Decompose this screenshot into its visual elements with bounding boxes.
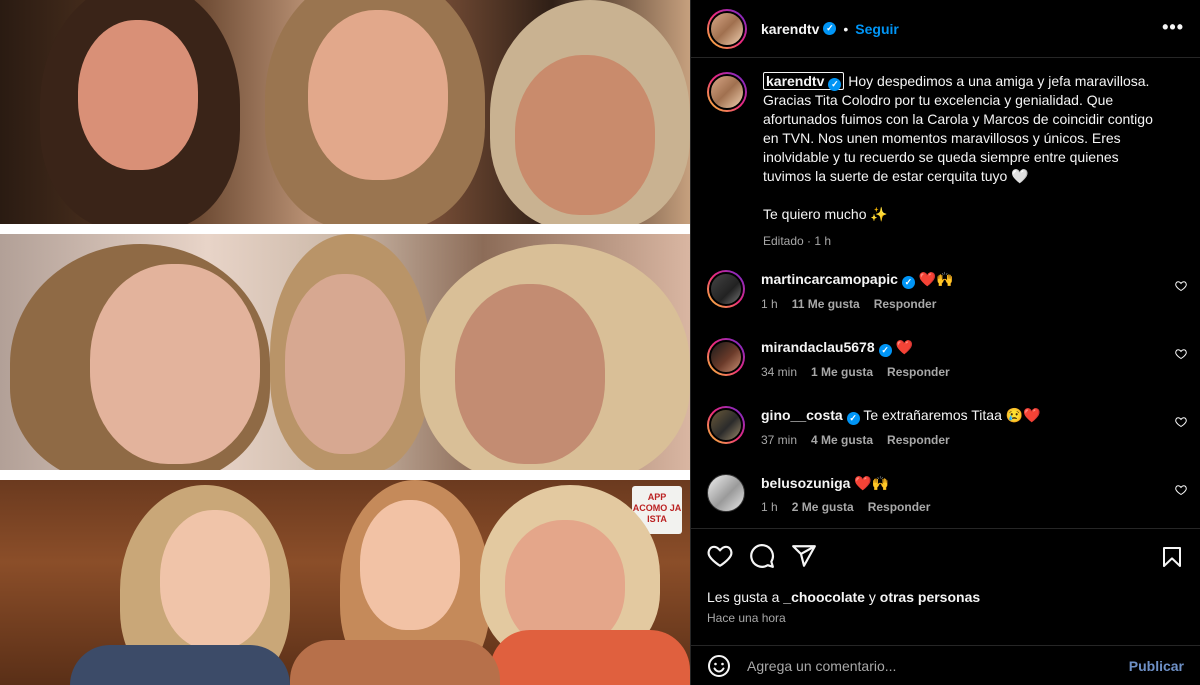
comment-likes[interactable]: 4 Me gusta: [811, 433, 873, 447]
comment-time: 1 h: [761, 297, 778, 311]
commenter-avatar[interactable]: [707, 406, 745, 444]
comment-time: 34 min: [761, 365, 798, 379]
comment-username[interactable]: martincarcamopapic: [761, 271, 898, 287]
post-photo[interactable]: APP ACOMO JA ISTA: [0, 0, 690, 685]
heart-icon[interactable]: [707, 543, 733, 569]
post-sidebar: karendtv ✓ • Seguir ••• karendtv ✓ Hoy de…: [690, 0, 1200, 685]
comment-text: ❤️: [895, 339, 913, 355]
verified-badge-icon: ✓: [823, 22, 837, 35]
post-header: karendtv ✓ • Seguir •••: [691, 0, 1200, 58]
comment-like-heart-icon[interactable]: [1175, 484, 1187, 496]
reply-button[interactable]: Responder: [887, 365, 950, 379]
caption-meta: Editado · 1 h: [763, 234, 832, 248]
comment-input[interactable]: Agrega un comentario...: [747, 658, 1129, 674]
verified-badge-icon: ✓: [878, 344, 892, 357]
photo-panel-middle: [0, 234, 690, 470]
verified-badge-icon: ✓: [901, 276, 915, 289]
reply-button[interactable]: Responder: [874, 297, 937, 311]
likes-summary[interactable]: Les gusta a _choocolate y otras personas: [707, 589, 980, 605]
caption-author-link[interactable]: karendtv ✓: [763, 72, 845, 91]
others-link[interactable]: otras personas: [880, 589, 980, 605]
comment-likes[interactable]: 11 Me gusta: [792, 297, 860, 311]
comment-like-heart-icon[interactable]: [1175, 280, 1187, 292]
verified-badge-icon: ✓: [828, 78, 842, 91]
comment-text: ❤️🙌: [854, 475, 890, 491]
share-icon[interactable]: [791, 543, 817, 569]
comment-item: belusozuniga ❤️🙌 1 h 2 Me gusta Responde…: [707, 474, 1187, 514]
commenter-avatar[interactable]: [707, 474, 745, 512]
comment-time: 1 h: [761, 500, 778, 514]
caption-author-avatar[interactable]: [707, 72, 747, 112]
comment-likes[interactable]: 2 Me gusta: [792, 500, 854, 514]
publish-button[interactable]: Publicar: [1129, 658, 1184, 674]
comment-username[interactable]: gino__costa: [761, 407, 843, 423]
comment-item: mirandaclau5678 ✓ ❤️ 34 min 1 Me gusta Re…: [707, 338, 1187, 379]
liker-username[interactable]: _choocolate: [783, 589, 865, 605]
comment-like-heart-icon[interactable]: [1175, 416, 1187, 428]
comment-icon[interactable]: [749, 543, 775, 569]
reply-button[interactable]: Responder: [887, 433, 950, 447]
bookmark-icon[interactable]: [1160, 545, 1184, 569]
author-username[interactable]: karendtv: [761, 21, 819, 37]
commenter-avatar[interactable]: [707, 270, 745, 308]
author-avatar[interactable]: [707, 8, 747, 49]
photo-panel-top: [0, 0, 690, 224]
comment-likes[interactable]: 1 Me gusta: [811, 365, 873, 379]
photo-panel-bottom: APP ACOMO JA ISTA: [0, 480, 690, 685]
follow-button[interactable]: Seguir: [855, 21, 899, 37]
reply-button[interactable]: Responder: [868, 500, 931, 514]
more-icon[interactable]: •••: [1162, 18, 1184, 36]
comment-item: gino__costa ✓ Te extrañaremos Titaa 😢❤️ 3…: [707, 406, 1187, 447]
comment-text: ❤️🙌: [918, 271, 954, 287]
comments-section[interactable]: karendtv ✓ Hoy despedimos a una amiga y j…: [691, 58, 1200, 528]
commenter-avatar[interactable]: [707, 338, 745, 376]
post-actions: Les gusta a _choocolate y otras personas…: [691, 528, 1200, 638]
comment-like-heart-icon[interactable]: [1175, 348, 1187, 360]
comment-username[interactable]: mirandaclau5678: [761, 339, 875, 355]
emoji-icon[interactable]: [707, 654, 731, 678]
comment-item: martincarcamopapic ✓ ❤️🙌 1 h 11 Me gusta …: [707, 270, 1187, 311]
instagram-post-modal: APP ACOMO JA ISTA karendtv ✓ • Seguir ••…: [0, 0, 1200, 685]
separator-dot: •: [843, 20, 849, 37]
post-time: Hace una hora: [707, 611, 786, 625]
verified-badge-icon: ✓: [846, 412, 860, 425]
comment-username[interactable]: belusozuniga: [761, 475, 850, 491]
comment-time: 37 min: [761, 433, 798, 447]
caption-text-2: Te quiero mucho ✨: [763, 206, 888, 222]
post-caption: karendtv ✓ Hoy despedimos a una amiga y j…: [707, 72, 1177, 251]
comment-text: Te extrañaremos Titaa 😢❤️: [863, 407, 1041, 423]
add-comment-bar: Agrega un comentario... Publicar: [691, 645, 1200, 685]
